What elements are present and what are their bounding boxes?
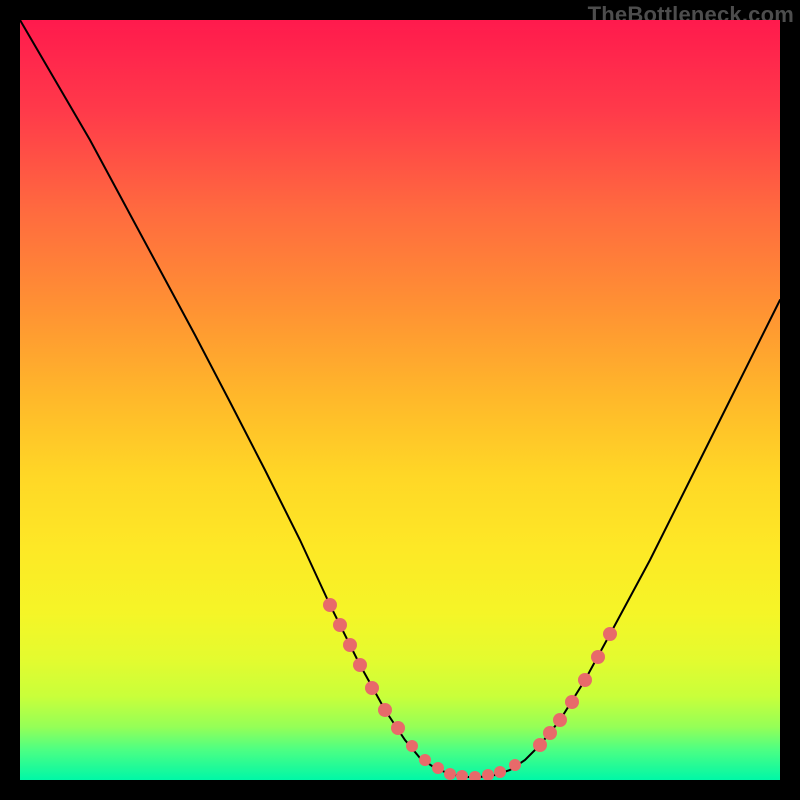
gradient-background	[20, 20, 780, 780]
chart-frame: TheBottleneck.com	[0, 0, 800, 800]
plot-area	[20, 20, 780, 780]
